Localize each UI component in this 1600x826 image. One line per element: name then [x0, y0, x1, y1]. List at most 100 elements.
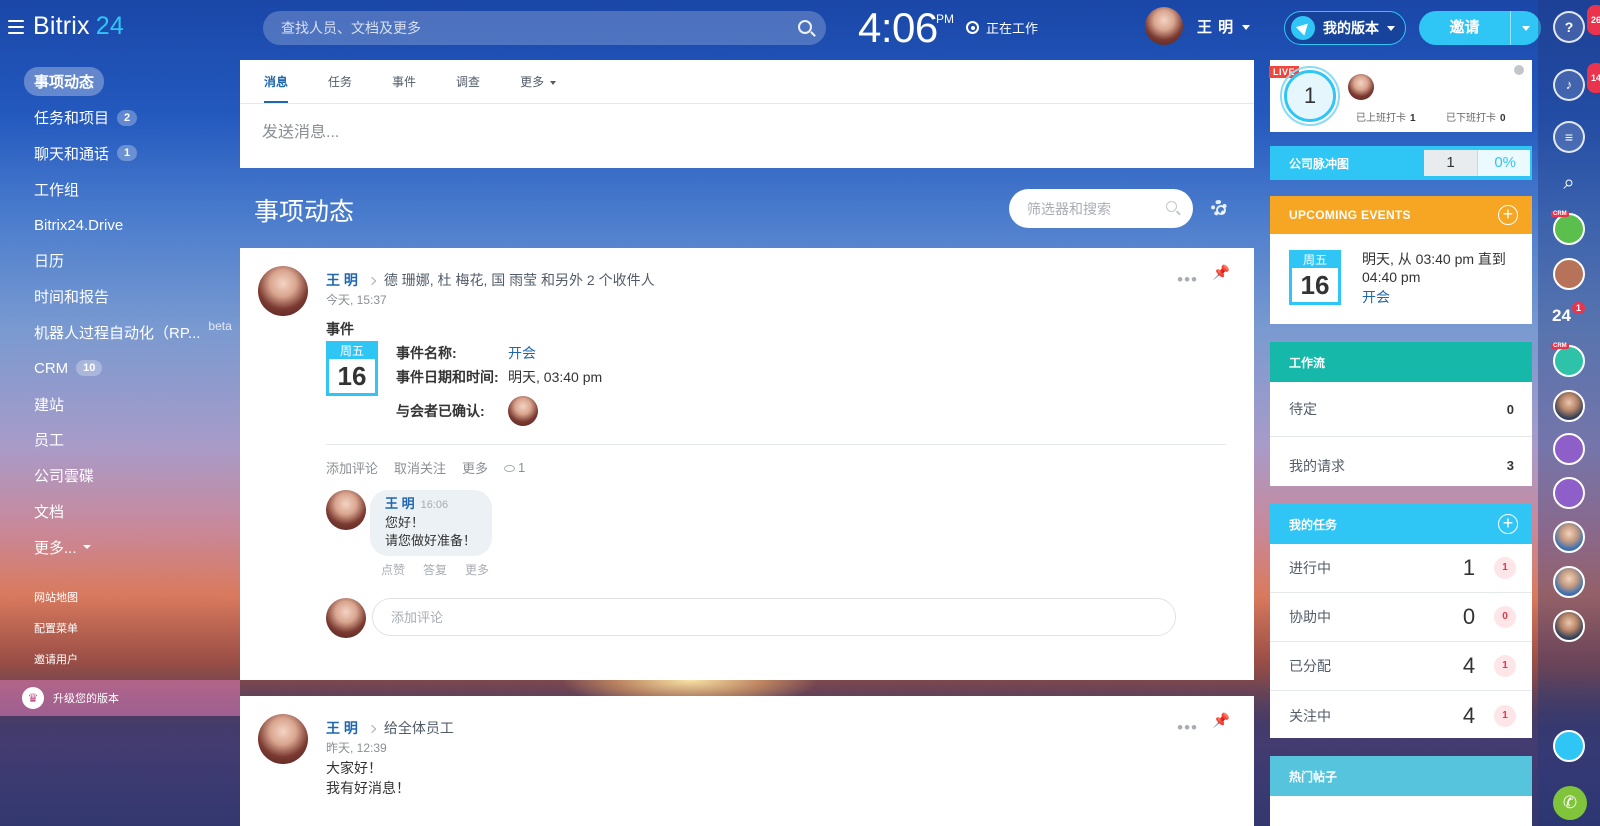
comment-input[interactable] [372, 598, 1176, 636]
event-when: 明天, 从 03:40 pm 直到 04:40 pm [1362, 251, 1506, 285]
task-row[interactable]: 进行中 1 1 [1270, 544, 1532, 593]
more-icon[interactable]: ••• [1177, 270, 1198, 290]
tab-task[interactable]: 任务 [328, 60, 352, 103]
contact-avatar[interactable] [1553, 390, 1585, 422]
notification-badge: 14 [1587, 63, 1600, 93]
upgrade-button[interactable]: ♛ 升级您的版本 [0, 680, 240, 716]
menu-item-chat[interactable]: 聊天和通话 1 [0, 136, 232, 172]
comment-author[interactable]: 王 明 [385, 496, 415, 511]
bitrix24-icon[interactable]: 24 1 [1552, 302, 1586, 326]
menu-item-feed[interactable]: 事项动态 [0, 64, 232, 100]
post-time[interactable]: 今天, 15:37 [326, 291, 387, 308]
search-icon[interactable]: ⌕ [1553, 168, 1585, 200]
pin-icon[interactable]: 📌 [1213, 264, 1230, 281]
post-recipients[interactable]: 德 珊娜, 杜 梅花, 国 雨莹 和另外 2 个收件人 [384, 272, 655, 288]
task-row[interactable]: 协助中 0 0 [1270, 593, 1532, 642]
task-row[interactable]: 已分配 4 1 [1270, 642, 1532, 691]
help-icon[interactable] [1514, 65, 1524, 75]
global-search[interactable] [263, 11, 826, 45]
invite-button[interactable]: 邀请 [1419, 11, 1541, 45]
more-link[interactable]: 更多 [465, 561, 489, 578]
avatar[interactable] [1348, 74, 1374, 100]
help-icon[interactable]: ? 26 [1553, 5, 1600, 43]
menu-item-sites[interactable]: 建站 [0, 386, 232, 422]
crm-contact-icon[interactable]: CRM [1551, 343, 1585, 377]
search-input[interactable] [263, 11, 826, 45]
menu-item-company-drive[interactable]: 公司雲碟 [0, 458, 232, 494]
add-icon[interactable]: + [1498, 205, 1518, 225]
configure-menu-link[interactable]: 配置菜单 [34, 619, 78, 650]
gear-icon[interactable] [1211, 200, 1227, 216]
my-plan-button[interactable]: 我的版本 [1284, 11, 1406, 45]
workflow-row[interactable]: 我的请求 3 [1270, 438, 1532, 493]
menu-item-drive[interactable]: Bitrix24.Drive [0, 207, 232, 243]
phone-icon[interactable]: ✆ [1553, 786, 1587, 820]
event-name-link[interactable]: 开会 [508, 345, 536, 361]
menu-item-rpa[interactable]: 机器人过程自动化（RP... beta [0, 315, 232, 351]
event-link[interactable]: 开会 [1362, 288, 1522, 306]
task-row[interactable]: 关注中 4 1 [1270, 691, 1532, 740]
event-details: 事件名称: 开会 事件日期和时间: 明天, 03:40 pm 与会者已确认: [396, 341, 602, 433]
pin-icon[interactable]: 📌 [1213, 712, 1230, 729]
tab-event[interactable]: 事件 [392, 60, 416, 103]
user-icon[interactable] [1553, 477, 1585, 509]
group-avatar[interactable] [1553, 610, 1585, 642]
avatar[interactable] [508, 396, 538, 426]
like-link[interactable]: 点赞 [381, 561, 405, 578]
user-menu[interactable]: 王 明 [1145, 7, 1251, 45]
feed-filter[interactable] [1009, 189, 1193, 228]
row-label: 已分配 [1289, 658, 1331, 674]
menu-item-time[interactable]: 时间和报告 [0, 279, 232, 315]
chat-icon[interactable]: ≡ [1553, 121, 1585, 153]
avatar[interactable] [258, 266, 308, 316]
post-author[interactable]: 王 明 [326, 720, 358, 736]
post-author[interactable]: 王 明 [326, 272, 358, 288]
lock-icon[interactable] [1553, 258, 1585, 290]
tab-more[interactable]: 更多 [520, 60, 557, 103]
search-icon[interactable] [798, 20, 812, 34]
more-link[interactable]: 更多 [462, 458, 488, 477]
workflow-row[interactable]: 待定 0 [1270, 382, 1532, 437]
crm-contact-icon[interactable]: CRM [1551, 211, 1585, 245]
menu-item-tasks[interactable]: 任务和项目 2 [0, 100, 232, 136]
avatar[interactable] [258, 714, 308, 764]
message-input[interactable] [262, 124, 1162, 142]
menu-toggle-icon[interactable] [8, 20, 24, 34]
timeman-counter[interactable]: 1 [1280, 66, 1340, 126]
event-description: 明天, 从 03:40 pm 直到 04:40 pm 开会 [1362, 250, 1522, 306]
search-icon[interactable] [1166, 201, 1177, 212]
work-status[interactable]: 正在工作 [966, 18, 1038, 37]
menu-item-workgroups[interactable]: 工作组 [0, 171, 232, 207]
menu-item-employees[interactable]: 员工 [0, 422, 232, 458]
clock[interactable]: 4:06 [858, 4, 938, 52]
timeman-widget[interactable]: LIVE 1 已上班打卡 1 已下班打卡 0 [1269, 60, 1532, 132]
company-pulse[interactable]: 公司脉冲图 1 0% [1270, 146, 1532, 180]
contact-avatar[interactable] [1553, 566, 1585, 598]
menu-item-calendar[interactable]: 日历 [0, 243, 232, 279]
reply-link[interactable]: 答复 [423, 561, 447, 578]
add-icon[interactable]: + [1498, 514, 1518, 534]
menu-item-docs[interactable]: 文档 [0, 494, 232, 530]
bell-icon[interactable]: ♪ 14 [1553, 63, 1600, 101]
unfollow-link[interactable]: 取消关注 [394, 458, 446, 477]
widget-title: UPCOMING EVENTS [1289, 208, 1411, 222]
tab-message[interactable]: 消息 [264, 60, 289, 103]
post-time[interactable]: 昨天, 12:39 [326, 739, 387, 756]
timeman-icon[interactable] [1553, 730, 1585, 762]
invite-users-link[interactable]: 邀请用户 [34, 650, 78, 681]
tab-poll[interactable]: 调查 [456, 60, 480, 103]
chevron-down-icon [1387, 25, 1395, 31]
more-icon[interactable]: ••• [1177, 718, 1198, 738]
invite-label: 邀请 [1419, 11, 1511, 45]
crm-tag: CRM [1551, 343, 1569, 349]
logo[interactable]: Bitrix 24 [33, 12, 124, 41]
lock-icon[interactable] [1553, 433, 1585, 465]
menu-item-crm[interactable]: CRM 10 [0, 350, 232, 386]
add-comment-link[interactable]: 添加评论 [326, 458, 378, 477]
post-recipients[interactable]: 给全体员工 [384, 720, 454, 736]
avatar[interactable] [326, 490, 366, 530]
menu-item-more[interactable]: 更多... [0, 529, 232, 565]
invite-dropdown[interactable] [1511, 20, 1541, 37]
sitemap-link[interactable]: 网站地图 [34, 588, 78, 619]
contact-avatar[interactable] [1553, 521, 1585, 553]
